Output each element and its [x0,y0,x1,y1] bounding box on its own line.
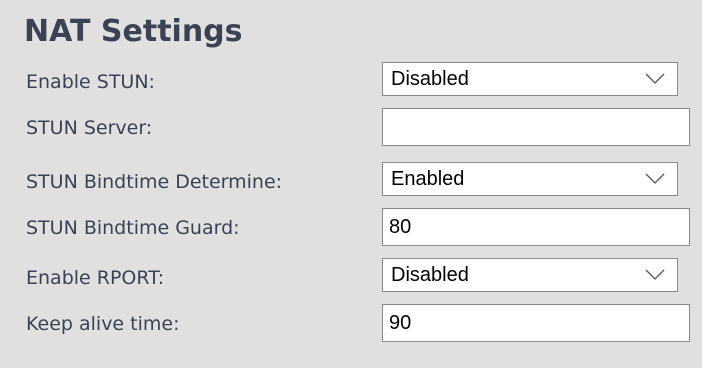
keep-alive-time-input[interactable] [382,304,690,342]
stun-bindtime-guard-label: STUN Bindtime Guard: [26,217,240,239]
keep-alive-time-row: Keep alive time: [0,304,702,344]
stun-bindtime-guard-input[interactable] [382,208,690,246]
stun-server-label: STUN Server: [26,117,153,139]
enable-rport-label: Enable RPORT: [26,267,165,289]
enable-stun-select[interactable]: Disabled [382,62,678,96]
stun-bindtime-determine-row: STUN Bindtime Determine: Enabled [0,162,702,202]
stun-bindtime-determine-value: Enabled [391,168,465,190]
enable-stun-value: Disabled [391,68,469,90]
stun-server-row: STUN Server: [0,108,702,148]
enable-rport-select[interactable]: Disabled [382,258,678,292]
enable-stun-label: Enable STUN: [26,71,155,93]
enable-stun-row: Enable STUN: Disabled [0,62,702,102]
stun-bindtime-guard-row: STUN Bindtime Guard: [0,208,702,248]
chevron-down-icon [645,269,665,280]
stun-server-input[interactable] [382,108,690,146]
section-title: NAT Settings [24,14,243,49]
nat-settings-panel: NAT Settings Enable STUN: Disabled STUN … [0,0,702,368]
stun-bindtime-determine-select[interactable]: Enabled [382,162,678,196]
chevron-down-icon [645,73,665,84]
chevron-down-icon [645,173,665,184]
stun-bindtime-determine-label: STUN Bindtime Determine: [26,171,283,193]
enable-rport-value: Disabled [391,264,469,286]
enable-rport-row: Enable RPORT: Disabled [0,258,702,298]
keep-alive-time-label: Keep alive time: [26,313,180,335]
